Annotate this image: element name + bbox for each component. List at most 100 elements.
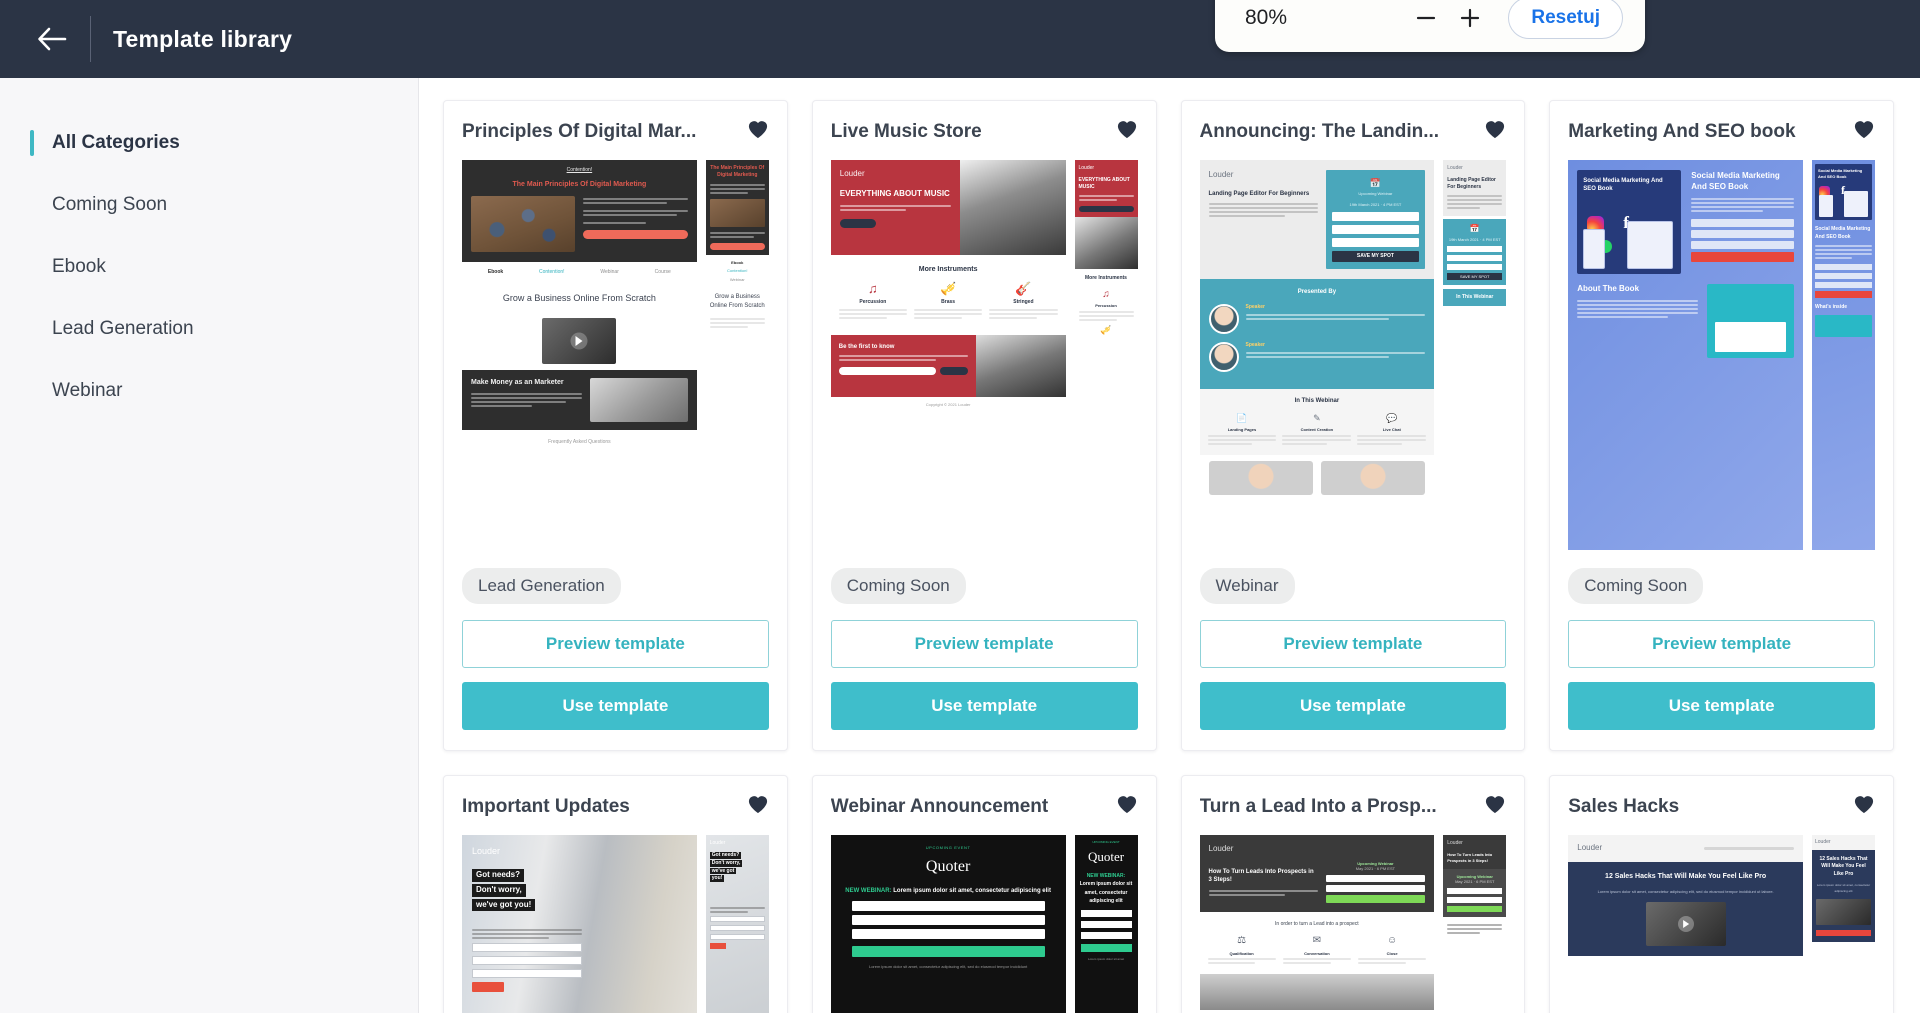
template-card[interactable]: Webinar Announcement UPCOMING EVENT Quot… <box>811 775 1157 1013</box>
preview-mobile-logo: Louder <box>1078 165 1095 171</box>
preview-mobile-headline: Social Media Marketing And SEO Book <box>1815 226 1871 240</box>
preview-template-button[interactable]: Preview template <box>1568 620 1875 668</box>
template-thumbnail: Louder How To Turn Leads Into Prospects … <box>1199 835 1507 1013</box>
preview-logo: Quoter <box>925 858 971 876</box>
heart-icon[interactable] <box>747 119 769 144</box>
thumbnail-mobile-preview: The Main Principles Of Digital Marketing… <box>705 160 769 550</box>
card-header: Turn a Lead Into a Prosp... <box>1200 794 1507 819</box>
avatar <box>1208 460 1313 495</box>
template-card[interactable]: Live Music Store Louder EVERYTHING ABOUT… <box>811 100 1157 751</box>
use-template-button[interactable]: Use template <box>462 682 769 730</box>
zoom-level-value: 80% <box>1245 6 1288 29</box>
zoom-in-button[interactable] <box>1448 0 1492 40</box>
thumbnail-desktop-preview: Contention! The Main Principles Of Digit… <box>462 160 697 550</box>
preview-mobile-nav-item: Contention! <box>727 268 748 274</box>
preview-name-input <box>1691 219 1794 228</box>
preview-template-button[interactable]: Preview template <box>462 620 769 668</box>
avatar <box>1320 460 1426 495</box>
preview-cta-button <box>851 945 1045 957</box>
preview-template-button[interactable]: Preview template <box>830 620 1138 668</box>
preview-section-title: In This Webinar <box>1294 398 1340 405</box>
template-card[interactable]: Principles Of Digital Mar... Contention!… <box>443 100 788 751</box>
preview-headline: Landing Page Editor For Beginners <box>1208 190 1310 197</box>
heart-icon[interactable] <box>1116 119 1138 144</box>
preview-headline: EVERYTHING ABOUT MUSIC <box>839 188 950 198</box>
template-title: Announcing: The Landin... <box>1199 120 1440 142</box>
page-title: Template library <box>113 25 293 52</box>
preview-email-input <box>851 914 1045 925</box>
thumbnail-mobile-preview: Louder Landing Page Editor For Beginners… <box>1443 160 1507 550</box>
heart-icon[interactable] <box>1116 794 1138 819</box>
sidebar-item-label: Webinar <box>52 380 123 401</box>
thumbnail-desktop-preview: Louder 12 Sales Hacks That Will Make You… <box>1568 835 1803 1013</box>
template-title: Live Music Store <box>830 120 982 142</box>
template-card[interactable]: Announcing: The Landin... Louder Landing… <box>1180 100 1526 751</box>
template-card[interactable]: Important Updates Louder Got needs? Don'… <box>443 775 788 1013</box>
template-card[interactable]: Turn a Lead Into a Prosp... Louder How T… <box>1180 775 1526 1013</box>
category-sidebar: All Categories Coming Soon Ebook Lead Ge… <box>0 78 419 1013</box>
preview-name-input <box>1331 211 1420 221</box>
preview-mobile-logo: Quoter <box>1087 849 1125 865</box>
preview-form-button: SAVE MY SPOT <box>1331 250 1420 262</box>
preview-mobile-headline: EVERYTHING ABOUT MUSIC <box>1078 176 1130 190</box>
chat-icon: 💬 <box>1386 413 1398 424</box>
sidebar-item-ebook[interactable]: Ebook <box>0 236 418 298</box>
preview-template-button[interactable]: Preview template <box>1199 620 1507 668</box>
preview-email-input <box>1691 230 1794 239</box>
sidebar-item-webinar[interactable]: Webinar <box>0 360 418 422</box>
preview-nav-item: Webinar <box>600 269 619 276</box>
arrow-left-icon <box>37 26 67 52</box>
heart-icon[interactable] <box>1853 119 1875 144</box>
heart-icon[interactable] <box>747 794 769 819</box>
preview-form-title: Upcoming Webinar <box>1358 191 1393 197</box>
preview-column-label: Conversation <box>1304 950 1330 956</box>
preview-image <box>471 196 576 253</box>
category-tag: Webinar <box>1199 568 1295 604</box>
thumbnail-desktop-preview: UPCOMING EVENT Quoter NEW WEBINAR: Lorem… <box>830 835 1066 1013</box>
sidebar-item-label: All Categories <box>52 132 180 153</box>
heart-icon[interactable] <box>1484 119 1506 144</box>
preview-column-label: Live Chat <box>1382 427 1401 433</box>
use-template-button[interactable]: Use template <box>830 682 1138 730</box>
template-grid: Principles Of Digital Mar... Contention!… <box>443 100 1894 1013</box>
top-bar: Template library 80% Resetuj <box>0 0 1920 78</box>
preview-logo: Louder <box>1577 843 1603 852</box>
card-tag-row: Coming Soon <box>830 568 1138 604</box>
sidebar-item-coming-soon[interactable]: Coming Soon <box>0 174 418 236</box>
active-indicator <box>30 192 34 218</box>
preview-mobile-form-button: SAVE MY SPOT <box>1447 272 1503 280</box>
card-tag-row: Coming Soon <box>1568 568 1875 604</box>
card-header: Important Updates <box>462 794 769 819</box>
back-button[interactable] <box>24 11 80 67</box>
preview-form-when: 19th March 2021 · 4 PM EST <box>1349 201 1402 207</box>
brass-icon: 🎺 <box>940 281 957 297</box>
template-grid-scroll[interactable]: Principles Of Digital Mar... Contention!… <box>419 78 1920 1013</box>
template-thumbnail: UPCOMING EVENT Quoter NEW WEBINAR: Lorem… <box>830 835 1138 1013</box>
preview-mobile-headline-line: Got needs? <box>709 852 742 859</box>
percussion-icon: ♫ <box>1102 288 1110 300</box>
use-template-button[interactable]: Use template <box>1199 682 1507 730</box>
category-tag: Coming Soon <box>830 568 966 604</box>
preview-column-label: Brass <box>941 299 956 306</box>
thumbnail-mobile-preview: Louder Got needs? Don't worry, we've got… <box>705 835 769 1013</box>
preview-illustration <box>1707 284 1794 358</box>
use-template-button[interactable]: Use template <box>1568 682 1875 730</box>
preview-mobile-headline: The Main Principles Of Digital Marketing <box>710 165 765 178</box>
heart-icon[interactable] <box>1484 794 1506 819</box>
active-indicator <box>30 130 34 156</box>
sidebar-item-all-categories[interactable]: All Categories <box>0 112 418 174</box>
heart-icon[interactable] <box>1853 794 1875 819</box>
preview-headline: Got needs? Don't worry, we've got you! <box>472 869 536 913</box>
template-title: Marketing And SEO book <box>1568 120 1796 142</box>
preview-mobile-headline: Lorem ipsum dolor sit amet, consectetur … <box>1079 881 1133 905</box>
preview-column-label: Landing Pages <box>1227 427 1257 433</box>
zoom-reset-button[interactable]: Resetuj <box>1508 0 1623 39</box>
template-thumbnail: Louder EVERYTHING ABOUT MUSIC More Instr… <box>830 160 1138 550</box>
template-card[interactable]: Marketing And SEO book Social Media Mark… <box>1549 100 1894 751</box>
preview-image <box>590 378 688 423</box>
sidebar-item-lead-generation[interactable]: Lead Generation <box>0 298 418 360</box>
preview-column-label: Qualification <box>1229 950 1254 956</box>
template-card[interactable]: Sales Hacks Louder 12 Sales Hacks That W… <box>1549 775 1894 1013</box>
zoom-out-button[interactable] <box>1404 0 1448 40</box>
preview-video-thumb <box>542 318 617 365</box>
